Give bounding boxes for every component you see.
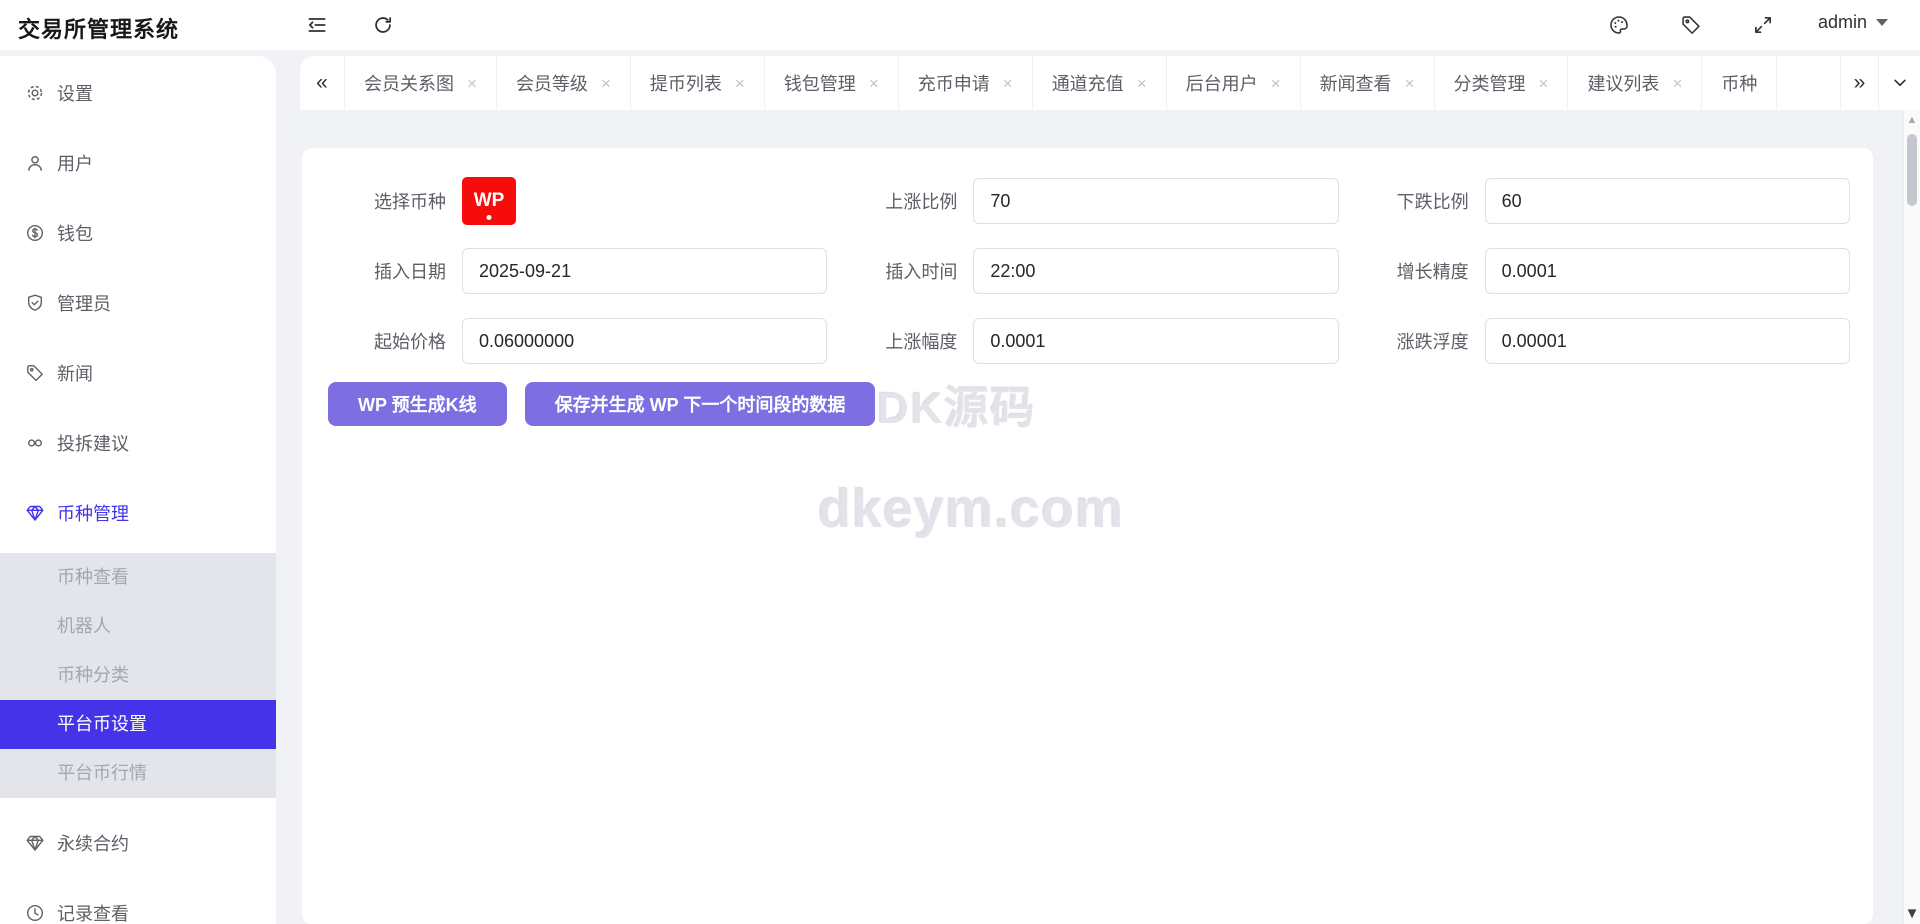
close-icon[interactable]: × bbox=[1003, 75, 1013, 92]
tabs-dropdown-icon[interactable] bbox=[1878, 56, 1920, 110]
sidebar-item-coin-management[interactable]: 币种管理 bbox=[0, 491, 276, 535]
growth-precision-field: 增长精度 bbox=[1385, 247, 1850, 295]
growth-precision-input[interactable] bbox=[1485, 248, 1850, 294]
top-header: 交易所管理系统 admin bbox=[0, 0, 1920, 50]
sidebar-item-admins[interactable]: 管理员 bbox=[0, 281, 276, 325]
sidebar-item-records[interactable]: 记录查看 bbox=[0, 891, 276, 924]
watermark-dk: DK源码 bbox=[877, 372, 1037, 436]
platform-coin-settings-panel: 选择币种 WP 上涨比例 下跌比例 插入日期 插入时间 增长精度 bbox=[302, 148, 1873, 924]
sidebar-item-news[interactable]: 新闻 bbox=[0, 351, 276, 395]
user-icon bbox=[25, 153, 45, 173]
tabs-scroll-right-icon[interactable]: » bbox=[1840, 56, 1878, 110]
close-icon[interactable]: × bbox=[1137, 75, 1147, 92]
theme-palette-icon[interactable] bbox=[1608, 14, 1630, 36]
submenu-item-platform-coin-market[interactable]: 平台币行情 bbox=[0, 749, 276, 798]
coin-badge-wp[interactable]: WP bbox=[462, 177, 516, 225]
badge-dot bbox=[487, 215, 492, 220]
close-icon[interactable]: × bbox=[735, 75, 745, 92]
sidebar: 设置 用户 钱包 管理员 新闻 投拆建议 币种管理 bbox=[0, 56, 276, 924]
fall-ratio-field: 下跌比例 bbox=[1385, 177, 1850, 225]
tab-coin[interactable]: 币种 bbox=[1702, 56, 1777, 110]
close-icon[interactable]: × bbox=[869, 75, 879, 92]
start-price-field: 起始价格 bbox=[362, 317, 827, 365]
form-actions: WP 预生成K线 保存并生成 WP 下一个时间段的数据 bbox=[328, 382, 875, 426]
coin-select-field: 选择币种 WP bbox=[362, 177, 827, 225]
chevron-down-icon bbox=[1876, 19, 1888, 26]
close-icon[interactable]: × bbox=[601, 75, 611, 92]
user-menu[interactable]: admin bbox=[1818, 12, 1888, 33]
fullscreen-icon[interactable] bbox=[1752, 14, 1774, 36]
save-generate-next-period-button[interactable]: 保存并生成 WP 下一个时间段的数据 bbox=[525, 382, 876, 426]
scrollbar-thumb[interactable] bbox=[1907, 134, 1917, 206]
sidebar-item-perpetual-contract[interactable]: 永续合约 bbox=[0, 821, 276, 865]
sidebar-item-users[interactable]: 用户 bbox=[0, 141, 276, 185]
tab-member-relation[interactable]: 会员关系图× bbox=[345, 56, 497, 110]
tab-wallet-management[interactable]: 钱包管理× bbox=[765, 56, 899, 110]
close-icon[interactable]: × bbox=[1271, 75, 1281, 92]
tabs-strip: 会员关系图× 会员等级× 提币列表× 钱包管理× 充币申请× 通道充值× 后台用… bbox=[345, 56, 1840, 110]
clock-icon bbox=[25, 903, 45, 923]
scroll-up-arrow-icon[interactable]: ▲ bbox=[1904, 114, 1920, 126]
tab-withdraw-list[interactable]: 提币列表× bbox=[631, 56, 765, 110]
fall-ratio-input[interactable] bbox=[1485, 178, 1850, 224]
refresh-icon[interactable] bbox=[372, 14, 394, 36]
tab-suggestion-list[interactable]: 建议列表× bbox=[1568, 56, 1702, 110]
tabs-scroll-left-icon[interactable]: « bbox=[300, 56, 345, 110]
settings-form: 选择币种 WP 上涨比例 下跌比例 插入日期 插入时间 增长精度 bbox=[302, 148, 1873, 365]
fluctuation-field: 涨跌浮度 bbox=[1385, 317, 1850, 365]
insert-date-input[interactable] bbox=[462, 248, 827, 294]
gem-icon bbox=[25, 833, 45, 853]
rise-ratio-field: 上涨比例 bbox=[873, 177, 1338, 225]
tab-news-view[interactable]: 新闻查看× bbox=[1301, 56, 1435, 110]
dollar-circle-icon bbox=[25, 223, 45, 243]
field-label: 选择币种 bbox=[362, 188, 446, 214]
tab-member-level[interactable]: 会员等级× bbox=[497, 56, 631, 110]
app-title: 交易所管理系统 bbox=[18, 12, 179, 44]
pregenerate-kline-button[interactable]: WP 预生成K线 bbox=[328, 382, 507, 426]
insert-time-field: 插入时间 bbox=[873, 247, 1338, 295]
insert-date-field: 插入日期 bbox=[362, 247, 827, 295]
tab-channel-recharge[interactable]: 通道充值× bbox=[1033, 56, 1167, 110]
shield-check-icon bbox=[25, 293, 45, 313]
submenu-item-coin-category[interactable]: 币种分类 bbox=[0, 651, 276, 700]
tag-icon[interactable] bbox=[1680, 14, 1702, 36]
insert-time-input[interactable] bbox=[973, 248, 1338, 294]
tab-backend-users[interactable]: 后台用户× bbox=[1167, 56, 1301, 110]
watermark-dkeym: dkeym.com bbox=[818, 478, 1124, 540]
collapse-sidebar-icon[interactable] bbox=[306, 14, 328, 36]
gear-icon bbox=[25, 83, 45, 103]
vertical-scrollbar[interactable]: ▲ ▼ bbox=[1903, 110, 1920, 924]
close-icon[interactable]: × bbox=[467, 75, 477, 92]
submenu-item-coin-view[interactable]: 币种查看 bbox=[0, 553, 276, 602]
tab-bar: « 会员关系图× 会员等级× 提币列表× 钱包管理× 充币申请× 通道充值× 后… bbox=[300, 56, 1920, 110]
start-price-input[interactable] bbox=[462, 318, 827, 364]
rise-amplitude-field: 上涨幅度 bbox=[873, 317, 1338, 365]
rise-ratio-input[interactable] bbox=[973, 178, 1338, 224]
sidebar-item-suggestions[interactable]: 投拆建议 bbox=[0, 421, 276, 465]
scroll-down-arrow-icon[interactable]: ▼ bbox=[1904, 905, 1920, 922]
close-icon[interactable]: × bbox=[1405, 75, 1415, 92]
tag-icon bbox=[25, 363, 45, 383]
sidebar-item-wallet[interactable]: 钱包 bbox=[0, 211, 276, 255]
submenu-item-platform-coin-settings[interactable]: 平台币设置 bbox=[0, 700, 276, 749]
sidebar-item-settings[interactable]: 设置 bbox=[0, 71, 276, 115]
close-icon[interactable]: × bbox=[1539, 75, 1549, 92]
username: admin bbox=[1818, 12, 1867, 33]
tab-deposit-apply[interactable]: 充币申请× bbox=[899, 56, 1033, 110]
close-icon[interactable]: × bbox=[1672, 75, 1682, 92]
submenu-item-robot[interactable]: 机器人 bbox=[0, 602, 276, 651]
gem-icon bbox=[25, 503, 45, 523]
fluctuation-input[interactable] bbox=[1485, 318, 1850, 364]
coin-management-submenu: 币种查看 机器人 币种分类 平台币设置 平台币行情 bbox=[0, 553, 276, 798]
tab-category-management[interactable]: 分类管理× bbox=[1435, 56, 1569, 110]
rise-amplitude-input[interactable] bbox=[973, 318, 1338, 364]
link-icon bbox=[25, 433, 45, 453]
